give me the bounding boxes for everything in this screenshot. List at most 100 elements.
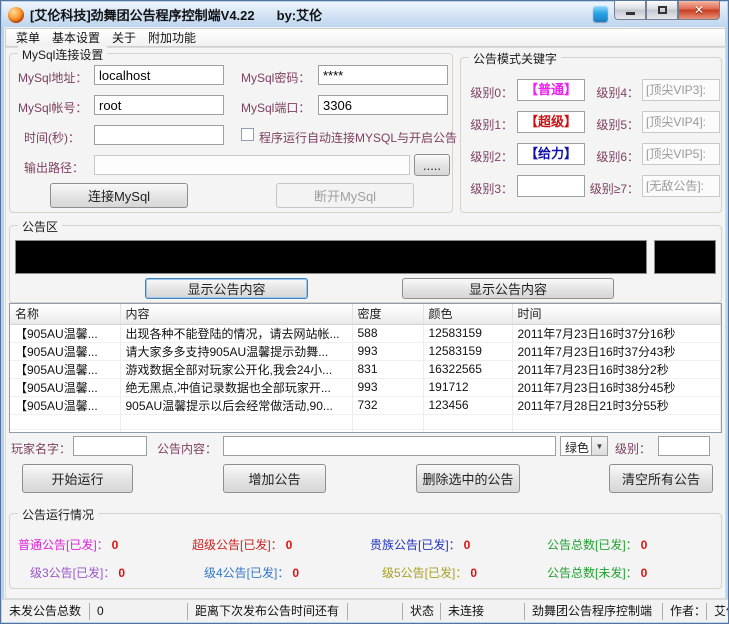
table-header-row: 名称 内容 密度 颜色 时间 <box>10 304 721 324</box>
clear-all-button[interactable]: 清空所有公告 <box>609 464 713 493</box>
maximize-icon <box>658 6 667 14</box>
menu-item-main[interactable]: 菜单 <box>10 28 46 47</box>
announce-content-input[interactable] <box>223 436 556 456</box>
table-row[interactable]: 【905AU温馨... 绝无黑点,冲值记录数据也全部玩家开... 993 191… <box>10 378 721 396</box>
cell-name: 【905AU温馨... <box>10 378 120 396</box>
delete-selected-button[interactable]: 删除选中的公告 <box>416 464 520 493</box>
cell-density: 993 <box>352 342 423 360</box>
mysql-addr-input[interactable] <box>94 65 224 85</box>
level0-label: 级别0： <box>461 84 513 101</box>
table-row[interactable]: 【905AU温馨... 出现各种不能登陆的情况，请去网站帐... 588 125… <box>10 324 721 342</box>
level7plus-box: [无敌公告]: <box>642 175 720 197</box>
disconnect-mysql-button[interactable]: 断开MySql <box>276 183 414 208</box>
autoconnect-label: 程序运行自动连接MYSQL与开启公告 <box>259 129 457 146</box>
cell-content: 出现各种不能登陆的情况，请去网站帐... <box>120 324 352 342</box>
table-row[interactable]: 【905AU温馨... 905AU温馨提示以后会经常做活动,90... 732 … <box>10 396 721 414</box>
mysql-pwd-input[interactable] <box>318 65 448 85</box>
header-density[interactable]: 密度 <box>352 304 423 324</box>
cell-time: 2011年7月23日16时37分43秒 <box>512 342 721 360</box>
announcement-display-large <box>15 240 647 274</box>
gadget-icon[interactable] <box>593 5 608 22</box>
output-path-label: 输出路径： <box>24 159 84 176</box>
stat-value: 0 <box>292 566 299 580</box>
stats-group: 公告运行情况 普通公告[已发]：0 超级公告[已发]：0 贵族公告[已发]：0 … <box>9 513 722 589</box>
show-content-right-button[interactable]: 显示公告内容 <box>402 278 614 299</box>
add-announcement-button[interactable]: 增加公告 <box>223 464 326 493</box>
cell-density: 993 <box>352 378 423 396</box>
mysql-pwd-label: MySql密码： <box>241 69 310 86</box>
stat-level5-sent: 级5公告[已发]：0 <box>382 564 477 581</box>
level4-box: [顶尖VIP3]: <box>642 79 720 101</box>
color-select[interactable]: 绿色 ▼ <box>560 436 608 456</box>
cell-color: 123456 <box>423 396 512 414</box>
announcement-table: 名称 内容 密度 颜色 时间 【905AU温馨... 出现各种不能登陆的情况，请… <box>9 303 722 433</box>
header-color[interactable]: 颜色 <box>423 304 512 324</box>
stat-value: 0 <box>118 566 125 580</box>
app-icon <box>8 7 24 23</box>
level6-box: [顶尖VIP5]: <box>642 143 720 165</box>
stat-level3-sent: 级3公告[已发]：0 <box>30 564 125 581</box>
board-group-title: 公告区 <box>18 218 62 235</box>
cell-color: 16322565 <box>423 360 512 378</box>
level4-label: 级别4： <box>587 84 639 101</box>
stat-label: 公告总数[未发]： <box>547 566 638 580</box>
keyword-group-title: 公告模式关键字 <box>469 50 561 67</box>
level2-input[interactable]: 【给力】 <box>517 143 585 165</box>
stat-label: 级4公告[已发]： <box>204 566 289 580</box>
cell-density: 588 <box>352 324 423 342</box>
announcement-display-small <box>654 240 716 274</box>
level1-label: 级别1： <box>461 116 513 133</box>
maximize-button[interactable] <box>646 1 678 20</box>
window-title-author: by:艾伦 <box>277 5 323 24</box>
table-row[interactable]: 【905AU温馨... 请大家多多支持905AU温馨提示劲舞... 993 12… <box>10 342 721 360</box>
autoconnect-checkbox[interactable] <box>241 128 254 141</box>
cell-content: 905AU温馨提示以后会经常做活动,90... <box>120 396 352 414</box>
menu-item-settings[interactable]: 基本设置 <box>46 28 106 47</box>
show-content-left-button[interactable]: 显示公告内容 <box>145 278 308 299</box>
level1-input[interactable]: 【超级】 <box>517 111 585 133</box>
player-name-input[interactable] <box>73 436 147 456</box>
chevron-down-icon[interactable]: ▼ <box>591 437 607 455</box>
mysql-user-label: MySql帐号： <box>18 99 87 116</box>
stat-label: 级5公告[已发]： <box>382 566 467 580</box>
menu-item-about[interactable]: 关于 <box>106 28 142 47</box>
cell-color: 12583159 <box>423 324 512 342</box>
mysql-port-label: MySql端口： <box>241 99 310 116</box>
output-path-input[interactable] <box>94 155 410 175</box>
header-name[interactable]: 名称 <box>10 304 120 324</box>
minimize-button[interactable] <box>614 1 646 20</box>
stat-label: 贵族公告[已发]： <box>370 538 461 552</box>
status-unsent-count: 0 <box>90 603 188 620</box>
cell-density: 732 <box>352 396 423 414</box>
table-row[interactable]: 【905AU温馨... 游戏数据全部对玩家公开化,我会24小... 831 16… <box>10 360 721 378</box>
close-icon: ✕ <box>694 3 704 17</box>
level3-input[interactable] <box>517 175 585 197</box>
mysql-addr-label: MySql地址： <box>18 69 87 86</box>
level5-box: [顶尖VIP4]: <box>642 111 720 133</box>
cell-name: 【905AU温馨... <box>10 360 120 378</box>
cell-time: 2011年7月28日21时3分55秒 <box>512 396 721 414</box>
stat-value: 0 <box>464 538 471 552</box>
browse-button[interactable]: ..... <box>414 154 450 176</box>
cell-name: 【905AU温馨... <box>10 342 120 360</box>
stat-total-unsent: 公告总数[未发]：0 <box>547 564 647 581</box>
start-run-button[interactable]: 开始运行 <box>22 464 133 493</box>
level-input[interactable] <box>658 436 710 456</box>
header-time[interactable]: 时间 <box>512 304 721 324</box>
mysql-user-input[interactable] <box>94 95 224 115</box>
stat-noble-sent: 贵族公告[已发]：0 <box>370 536 470 553</box>
status-author-label: 作者： <box>663 603 707 620</box>
level-label: 级别： <box>615 440 651 457</box>
menu-item-extra[interactable]: 附加功能 <box>142 28 202 47</box>
status-author-value: 艾伦 <box>707 603 729 620</box>
cell-density: 831 <box>352 360 423 378</box>
level0-input[interactable]: 【普通】 <box>517 79 585 101</box>
cell-color: 12583159 <box>423 342 512 360</box>
table-row-empty <box>10 414 721 429</box>
interval-input[interactable] <box>94 125 224 145</box>
color-select-value: 绿色 <box>561 437 591 455</box>
connect-mysql-button[interactable]: 连接MySql <box>50 183 188 208</box>
mysql-port-input[interactable] <box>318 95 448 115</box>
close-button[interactable]: ✕ <box>678 1 720 20</box>
header-content[interactable]: 内容 <box>120 304 352 324</box>
